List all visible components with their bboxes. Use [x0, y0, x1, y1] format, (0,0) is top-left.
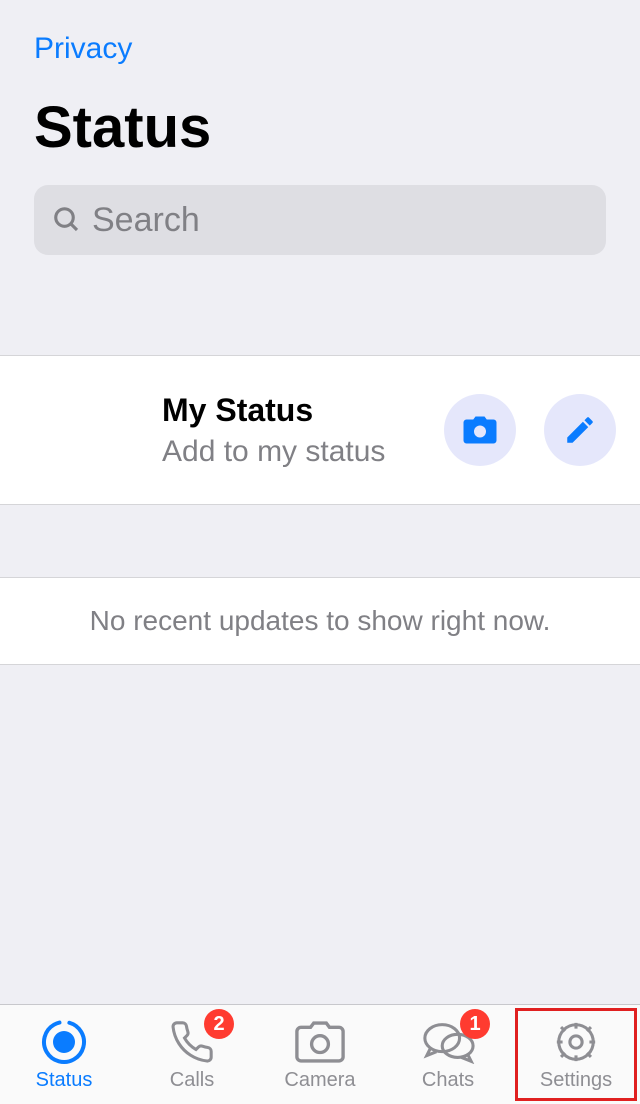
- camera-icon: [462, 415, 498, 445]
- tab-chats-label: Chats: [422, 1069, 474, 1092]
- privacy-link[interactable]: Privacy: [34, 32, 606, 66]
- my-status-row[interactable]: My Status Add to my status: [0, 355, 640, 505]
- avatar: [0, 356, 160, 504]
- empty-updates-card: No recent updates to show right now.: [0, 577, 640, 665]
- search-icon: [52, 205, 82, 235]
- my-status-subtitle: Add to my status: [162, 435, 416, 469]
- tab-calls-label: Calls: [170, 1069, 214, 1092]
- camera-tab-icon: [294, 1021, 346, 1063]
- pencil-icon: [563, 413, 597, 447]
- gear-icon: [553, 1019, 599, 1065]
- tab-settings-label: Settings: [540, 1069, 612, 1092]
- search-input[interactable]: Search: [34, 185, 606, 255]
- search-placeholder: Search: [92, 201, 200, 240]
- tab-chats[interactable]: 1 Chats: [384, 1005, 512, 1104]
- status-icon: [41, 1019, 87, 1065]
- tab-camera-label: Camera: [284, 1069, 355, 1092]
- tab-bar: Status 2 Calls Camera 1: [0, 1004, 640, 1104]
- text-status-button[interactable]: [544, 394, 616, 466]
- page-title: Status: [34, 94, 606, 161]
- tab-settings[interactable]: Settings: [512, 1005, 640, 1104]
- tab-status[interactable]: Status: [0, 1005, 128, 1104]
- calls-badge: 2: [204, 1009, 234, 1039]
- my-status-title: My Status: [162, 392, 416, 429]
- camera-status-button[interactable]: [444, 394, 516, 466]
- chats-badge: 1: [460, 1009, 490, 1039]
- tab-calls[interactable]: 2 Calls: [128, 1005, 256, 1104]
- tab-status-label: Status: [36, 1069, 93, 1092]
- empty-message: No recent updates to show right now.: [90, 605, 551, 637]
- tab-camera[interactable]: Camera: [256, 1005, 384, 1104]
